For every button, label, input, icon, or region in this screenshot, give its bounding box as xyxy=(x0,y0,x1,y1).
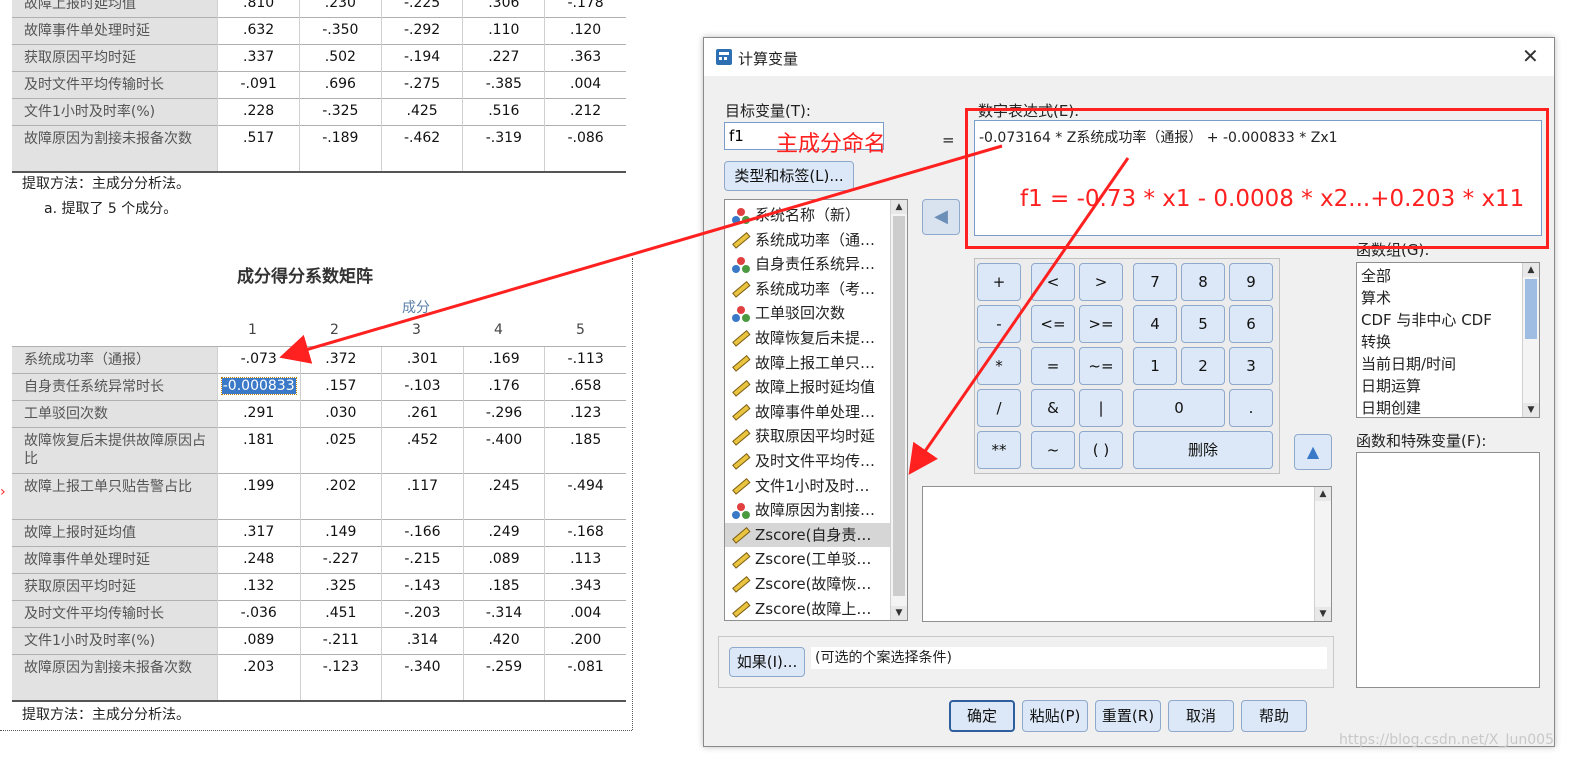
watermark: https://blog.csdn.net/X_Jun005 xyxy=(1339,732,1554,748)
annotation-arrows xyxy=(279,144,1130,475)
arrow-to-variable-list xyxy=(908,157,1130,475)
arrow-to-coefficient xyxy=(279,144,1003,364)
